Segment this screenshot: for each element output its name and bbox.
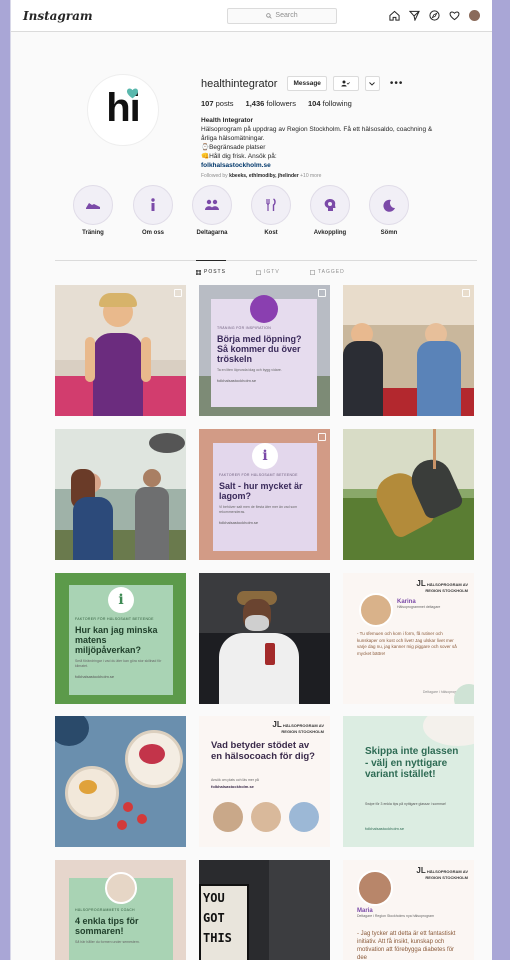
- more-options-icon[interactable]: •••: [390, 78, 404, 89]
- moon-icon: [382, 199, 395, 212]
- post-text-card: TRÄNING FÖR INSPIRATION Börja med löpnin…: [211, 295, 317, 407]
- chevron-down-icon: [369, 81, 376, 86]
- post-tile[interactable]: [343, 285, 474, 416]
- profile-avatar[interactable]: hi: [87, 74, 159, 146]
- post-tile[interactable]: HÄLSOPROGRAMMETS COACH 4 enkla tips för …: [55, 860, 186, 960]
- highlight-kost[interactable]: Kost: [251, 185, 291, 236]
- mind-icon: [324, 199, 336, 211]
- search-input[interactable]: Search: [227, 7, 337, 24]
- following-link[interactable]: 104 following: [308, 99, 352, 108]
- profile-stats: 107 posts 1,436 followers 104 following: [201, 99, 481, 108]
- profile-header: hi healthintegrator Message ••• 107 post…: [11, 32, 492, 179]
- following-button[interactable]: [332, 76, 359, 91]
- profile-username: healthintegrator: [201, 77, 278, 90]
- post-text-card: i FAKTORER FÖR HÄLSOSAMT BETEENDE Hur ka…: [69, 585, 173, 695]
- post-tile[interactable]: i FAKTORER FÖR HÄLSOSAMT BETEENDE Salt -…: [199, 429, 330, 560]
- brand-logo: JL HÄLSOPROGRAM AV REGION STOCKHOLM: [416, 866, 468, 880]
- tagged-icon: [310, 269, 315, 275]
- post-text-card: HÄLSOPROGRAMMETS COACH 4 enkla tips för …: [69, 872, 173, 960]
- bio-website-link[interactable]: folkhalsastockholm.se: [201, 161, 481, 170]
- post-tile[interactable]: [343, 429, 474, 560]
- post-tile[interactable]: [199, 573, 330, 704]
- heart-logo-icon: [126, 88, 139, 99]
- post-tile[interactable]: JL HÄLSOPROGRAM AV REGION STOCKHOLM Vad …: [199, 716, 330, 847]
- post-tile[interactable]: [55, 716, 186, 847]
- highlight-traning[interactable]: Träning: [73, 185, 113, 236]
- tab-posts[interactable]: POSTS: [196, 260, 226, 275]
- profile-info: healthintegrator Message ••• 107 posts 1…: [201, 76, 481, 179]
- post-tile[interactable]: [55, 285, 186, 416]
- post-tile[interactable]: i FAKTORER FÖR HÄLSOSAMT BETEENDE Hur ka…: [55, 573, 186, 704]
- followers-link[interactable]: 1,436 followers: [246, 99, 296, 108]
- post-tile[interactable]: YOU GOT THIS: [199, 860, 330, 960]
- direct-message-icon[interactable]: [409, 10, 420, 21]
- tab-tagged[interactable]: TAGGED: [310, 269, 345, 275]
- home-icon[interactable]: [389, 10, 400, 21]
- explore-icon[interactable]: [429, 10, 440, 21]
- shoe-icon: [86, 203, 100, 209]
- grid-icon: [196, 269, 201, 275]
- brand-logo: JL HÄLSOPROGRAM AV REGION STOCKHOLM: [416, 579, 468, 593]
- instagram-logo[interactable]: Instagram: [23, 9, 183, 23]
- bio-name: Health Integrator: [201, 117, 254, 124]
- top-navbar: Instagram Search: [11, 0, 492, 32]
- highlight-deltagarna[interactable]: Deltagarna: [192, 185, 232, 236]
- post-tile[interactable]: TRÄNING FÖR INSPIRATION Börja med löpnin…: [199, 285, 330, 416]
- media-type-icon: [462, 289, 470, 297]
- bio-line: årliga hälsomätningar.: [201, 135, 265, 142]
- profile-bio: Health Integrator Hälsoprogram på uppdra…: [201, 116, 481, 170]
- highlight-somn[interactable]: Sömn: [369, 185, 409, 236]
- post-tile[interactable]: JL HÄLSOPROGRAM AV REGION STOCKHOLM Mari…: [343, 860, 474, 960]
- bio-line: Hälsoprogram på uppdrag av Region Stockh…: [201, 126, 433, 133]
- posts-count: 107 posts: [201, 99, 234, 108]
- brand-logo: JL HÄLSOPROGRAM AV REGION STOCKHOLM: [272, 720, 324, 734]
- user-check-icon: [341, 80, 351, 87]
- profile-tabs: POSTS IGTV TAGGED: [55, 260, 477, 281]
- cutlery-icon: [266, 198, 276, 211]
- media-type-icon: [174, 289, 182, 297]
- post-tile[interactable]: [55, 429, 186, 560]
- profile-avatar-icon[interactable]: [469, 10, 480, 21]
- info-icon: [151, 198, 155, 211]
- search-placeholder: Search: [275, 12, 298, 19]
- instagram-window: Instagram Search hi healthintegrator Mes…: [10, 0, 492, 960]
- post-tile[interactable]: JL HÄLSOPROGRAM AV REGION STOCKHOLM Kari…: [343, 573, 474, 704]
- followed-by[interactable]: Followed by kbeeks, ethlmodiby, jhelinde…: [201, 173, 481, 179]
- post-tile[interactable]: Skippa inte glassen - välj en nyttigare …: [343, 716, 474, 847]
- message-button[interactable]: Message: [287, 76, 327, 91]
- suggestions-dropdown-button[interactable]: [364, 76, 380, 91]
- nav-icons: [389, 10, 480, 21]
- bio-line: 👊Håll dig frisk. Ansök på:: [201, 153, 277, 160]
- heart-icon[interactable]: [449, 10, 460, 21]
- media-type-icon: [318, 289, 326, 297]
- bio-line: ⌚Begränsade platser: [201, 144, 266, 151]
- media-type-icon: [318, 433, 326, 441]
- people-icon: [205, 199, 219, 210]
- highlight-om-oss[interactable]: Om oss: [133, 185, 173, 236]
- search-icon: [266, 12, 273, 19]
- igtv-icon: [256, 270, 261, 275]
- tab-igtv[interactable]: IGTV: [256, 269, 280, 275]
- post-text-card: i FAKTORER FÖR HÄLSOSAMT BETEENDE Salt -…: [213, 443, 317, 551]
- highlight-avkoppling[interactable]: Avkoppling: [310, 185, 350, 236]
